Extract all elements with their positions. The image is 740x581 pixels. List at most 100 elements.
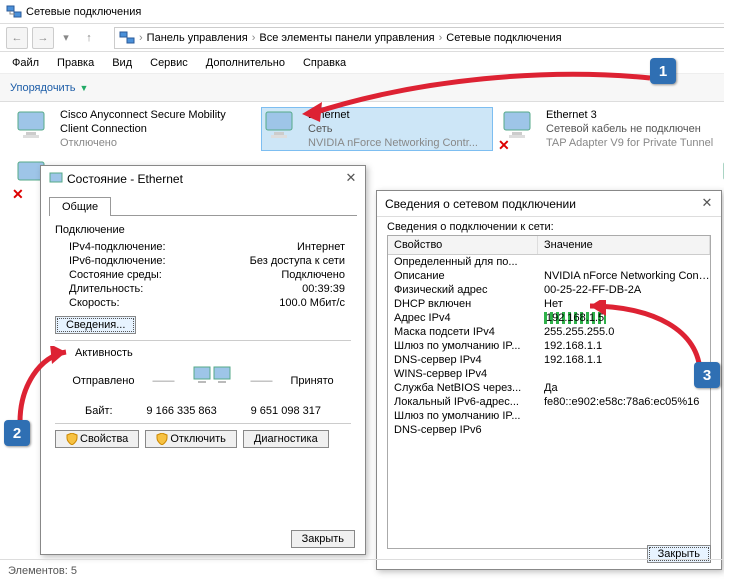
forward-button[interactable]: → bbox=[32, 27, 54, 49]
disable-button[interactable]: Отключить bbox=[145, 430, 237, 448]
organize-button[interactable]: Упорядочить ▼ bbox=[10, 82, 88, 94]
toolbar: Упорядочить ▼ bbox=[0, 74, 740, 102]
details-property: Определенный для по... bbox=[388, 256, 538, 268]
menu-file[interactable]: Файл bbox=[12, 57, 39, 69]
adapter-ethernet3[interactable]: ✕ Ethernet 3 Сетевой кабель не подключен… bbox=[500, 108, 720, 150]
chevron-right-icon: › bbox=[252, 32, 256, 44]
properties-button[interactable]: Свойства bbox=[55, 430, 139, 448]
details-row[interactable]: Локальный IPv6-адрес...fe80::e902:e58c:7… bbox=[388, 395, 710, 409]
dialog-titlebar: Сведения о сетевом подключении ✕ bbox=[377, 191, 721, 217]
details-row[interactable]: Физический адрес00-25-22-FF-DB-2A bbox=[388, 283, 710, 297]
chevron-down-icon: ▼ bbox=[79, 83, 88, 93]
activity-icon bbox=[192, 365, 232, 397]
value-bytes-recv: 9 651 098 317 bbox=[251, 405, 321, 417]
value-media: Подключено bbox=[195, 269, 351, 281]
badge-2: 2 bbox=[4, 420, 30, 446]
details-row[interactable]: ОписаниеNVIDIA nForce Networking Control… bbox=[388, 269, 710, 283]
adapter-ethernet[interactable]: Ethernet Сеть NVIDIA nForce Networking C… bbox=[262, 108, 492, 150]
details-row[interactable]: Определенный для по... bbox=[388, 255, 710, 269]
adapter-icon bbox=[49, 172, 63, 186]
details-subtitle: Сведения о подключении к сети: bbox=[377, 217, 721, 235]
details-row[interactable]: DNS-сервер IPv4192.168.1.1 bbox=[388, 353, 710, 367]
adapter-sub1: Сетевой кабель не подключен bbox=[546, 122, 720, 136]
details-value: 192.168.1.1 bbox=[538, 340, 710, 352]
history-dropdown[interactable]: ▾ bbox=[58, 27, 74, 49]
crumb-all-items[interactable]: Все элементы панели управления bbox=[259, 32, 434, 44]
details-row[interactable]: Шлюз по умолчанию IP...192.168.1.1 bbox=[388, 339, 710, 353]
details-value bbox=[538, 256, 710, 268]
details-property: Служба NetBIOS через... bbox=[388, 382, 538, 394]
details-row[interactable]: Маска подсети IPv4255.255.255.0 bbox=[388, 325, 710, 339]
menubar: Файл Правка Вид Сервис Дополнительно Спр… bbox=[0, 52, 740, 74]
details-property: DNS-сервер IPv4 bbox=[388, 354, 538, 366]
details-row[interactable]: DHCP включенНет bbox=[388, 297, 710, 311]
details-button[interactable]: Сведения... bbox=[55, 316, 136, 334]
dialog-title: Сведения о сетевом подключении bbox=[385, 197, 576, 211]
details-row[interactable]: Адрес IPv4192.168.1.5 bbox=[388, 311, 710, 325]
details-row[interactable]: WINS-сервер IPv4 bbox=[388, 367, 710, 381]
details-property: DHCP включен bbox=[388, 298, 538, 310]
label-sent: Отправлено bbox=[72, 375, 134, 387]
details-value: 192.168.1.1 bbox=[538, 354, 710, 366]
adapter-name: Ethernet 3 bbox=[546, 108, 720, 122]
label-bytes: Байт: bbox=[85, 405, 113, 417]
statusbar: Элементов: 5 bbox=[0, 559, 740, 581]
value-ipv4: Интернет bbox=[195, 241, 351, 253]
details-value: NVIDIA nForce Networking Controller bbox=[538, 270, 710, 282]
badge-3: 3 bbox=[694, 362, 720, 388]
adapter-name: Cisco Anyconnect Secure Mobility Client … bbox=[60, 108, 244, 136]
value-ipv6: Без доступа к сети bbox=[195, 255, 351, 267]
disconnected-x-icon: ✕ bbox=[12, 186, 24, 203]
menu-help[interactable]: Справка bbox=[303, 57, 346, 69]
disconnected-x-icon: ✕ bbox=[498, 138, 510, 152]
adapter-status: Отключено bbox=[60, 136, 244, 150]
adapter-name: Ethernet bbox=[308, 108, 492, 122]
adapter-cisco[interactable]: Cisco Anyconnect Secure Mobility Client … bbox=[14, 108, 244, 150]
details-row[interactable]: DNS-сервер IPv6 bbox=[388, 423, 710, 437]
label-speed: Скорость: bbox=[55, 297, 195, 309]
details-property: WINS-сервер IPv4 bbox=[388, 368, 538, 380]
menu-edit[interactable]: Правка bbox=[57, 57, 94, 69]
close-button[interactable]: ✕ bbox=[341, 169, 361, 187]
tab-general[interactable]: Общие bbox=[49, 197, 111, 216]
menu-service[interactable]: Сервис bbox=[150, 57, 188, 69]
menu-extra[interactable]: Дополнительно bbox=[206, 57, 285, 69]
label-duration: Длительность: bbox=[55, 283, 195, 295]
status-text: Элементов: 5 bbox=[8, 565, 77, 577]
details-value bbox=[538, 368, 710, 380]
adapter-sub2: TAP Adapter V9 for Private Tunnel bbox=[546, 136, 720, 150]
col-value[interactable]: Значение bbox=[538, 236, 710, 254]
crumb-network-connections[interactable]: Сетевые подключения bbox=[446, 32, 561, 44]
back-button[interactable]: ← bbox=[6, 27, 28, 49]
dialog-title: Состояние - Ethernet bbox=[67, 172, 183, 186]
menu-view[interactable]: Вид bbox=[112, 57, 132, 69]
up-button[interactable]: ↑ bbox=[78, 27, 100, 49]
breadcrumb[interactable]: › Панель управления › Все элементы панел… bbox=[114, 27, 734, 49]
crumb-control-panel[interactable]: Панель управления bbox=[147, 32, 248, 44]
adapter-icon bbox=[262, 108, 302, 144]
details-property: Шлюз по умолчанию IP... bbox=[388, 340, 538, 352]
details-property: Адрес IPv4 bbox=[388, 312, 538, 324]
details-row[interactable]: Служба NetBIOS через...Да bbox=[388, 381, 710, 395]
details-value bbox=[538, 410, 710, 422]
diagnostics-button[interactable]: Диагностика bbox=[243, 430, 329, 448]
close-button[interactable]: ✕ bbox=[697, 194, 717, 212]
details-property: DNS-сервер IPv6 bbox=[388, 424, 538, 436]
network-icon bbox=[119, 30, 135, 46]
organize-label: Упорядочить bbox=[10, 82, 75, 94]
details-property: Шлюз по умолчанию IP... bbox=[388, 410, 538, 422]
adapter-icon bbox=[14, 108, 54, 144]
close-button[interactable]: Закрыть bbox=[291, 530, 355, 548]
adapter-sub1: Сеть bbox=[308, 122, 492, 136]
tabstrip: Общие bbox=[49, 196, 357, 216]
badge-1: 1 bbox=[650, 58, 676, 84]
details-value: Нет bbox=[538, 298, 710, 310]
value-duration: 00:39:39 bbox=[195, 283, 351, 295]
details-row[interactable]: Шлюз по умолчанию IP... bbox=[388, 409, 710, 423]
titlebar: Сетевые подключения bbox=[0, 0, 740, 24]
address-bar: ← → ▾ ↑ › Панель управления › Все элемен… bbox=[0, 24, 740, 52]
adapter-sub2: NVIDIA nForce Networking Contr... bbox=[308, 136, 492, 150]
group-connection: Подключение bbox=[55, 224, 351, 236]
label-recv: Принято bbox=[290, 375, 333, 387]
col-property[interactable]: Свойство bbox=[388, 236, 538, 254]
